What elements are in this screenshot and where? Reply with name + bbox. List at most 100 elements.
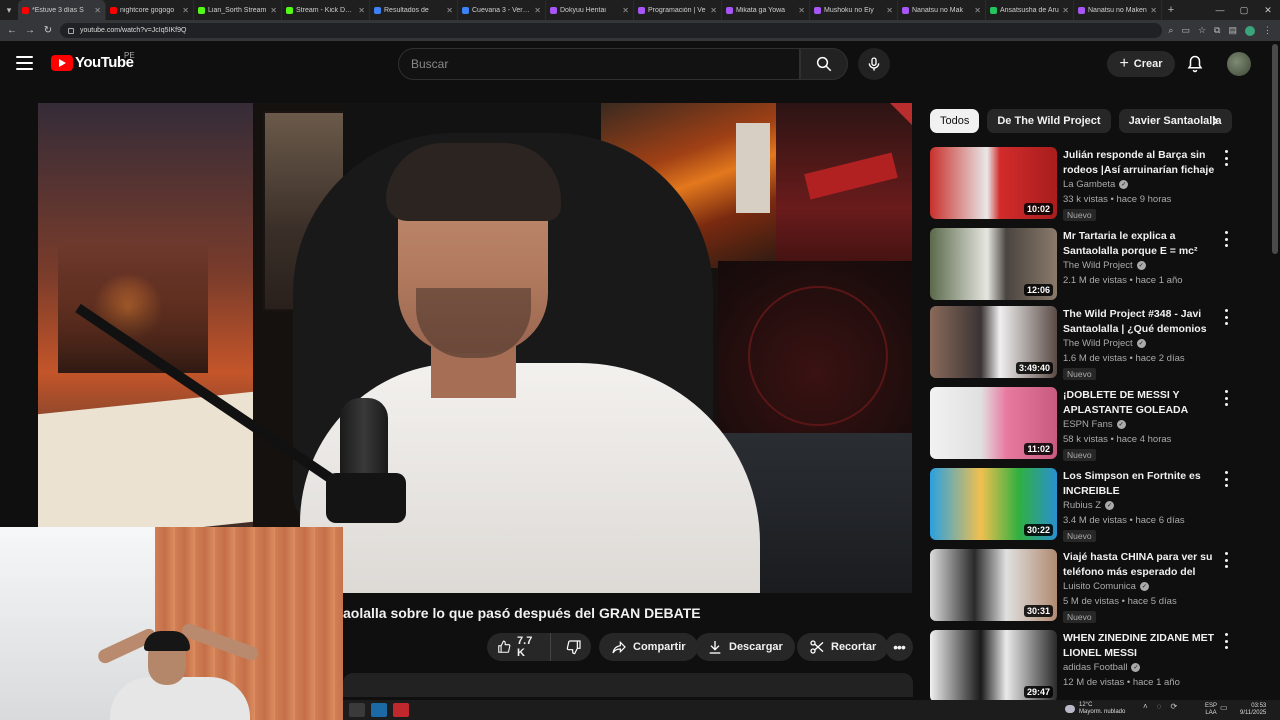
more-vertical-icon[interactable] [1221,390,1231,406]
zoom-icon[interactable]: ⌕ [1168,25,1173,36]
reload-icon[interactable]: ↻ [42,25,54,36]
video-thumbnail[interactable]: 12:06 [930,228,1057,300]
browser-menu-icon[interactable]: ⋮ [1263,25,1272,36]
filter-chip[interactable]: De The Wild Project [987,109,1111,133]
video-thumbnail[interactable]: 11:02 [930,387,1057,459]
tab-close-icon[interactable]: ✕ [1062,6,1069,15]
tab-close-icon[interactable]: ✕ [622,6,629,15]
more-vertical-icon[interactable] [1221,552,1231,568]
video-thumbnail[interactable]: 29:47 [930,630,1057,702]
back-icon[interactable]: ← [6,25,18,36]
video-thumbnail[interactable]: 30:31 [930,549,1057,621]
steam-icon[interactable] [371,703,387,717]
more-vertical-icon[interactable] [1221,471,1231,487]
tray-app-icon[interactable]: ◌ [1157,702,1162,711]
tab-close-icon[interactable]: ✕ [446,6,453,15]
more-actions-button[interactable]: ••• [885,633,913,661]
recommendation-item[interactable]: 29:47 WHEN ZINEDINE ZIDANE MET LIONEL MES… [930,630,1230,704]
more-vertical-icon[interactable] [1221,633,1231,649]
browser-tab[interactable]: Nanatsu no Mak ✕ [898,0,986,20]
search-input[interactable] [411,57,799,71]
tab-close-icon[interactable]: ✕ [710,6,717,15]
more-vertical-icon[interactable] [1221,231,1231,247]
channel-name[interactable]: La Gambeta [1063,179,1115,190]
sync-icon[interactable]: ⟳ [1170,702,1177,711]
channel-name[interactable]: The Wild Project [1063,338,1133,349]
channel-name[interactable]: ESPN Fans [1063,419,1113,430]
search-button[interactable] [800,48,848,80]
browser-tab[interactable]: Resultados de ✕ [370,0,458,20]
clock[interactable]: 03:53 9/11/2025 [1240,703,1266,717]
browser-tab[interactable]: Dokyuu Hentai ✕ [546,0,634,20]
maximize-icon[interactable]: ▢ [1232,0,1256,20]
taskbar-red-app-icon[interactable] [393,703,409,717]
browser-tab[interactable]: Ansatsusha de Aru ✕ [986,0,1074,20]
share-button[interactable]: Compartir [599,633,698,661]
filter-chip[interactable]: Todos [930,109,980,133]
notifications-button[interactable] [1186,54,1204,79]
more-vertical-icon[interactable] [1221,309,1231,325]
chips-next-button[interactable] [1205,111,1225,131]
create-button[interactable]: + Crear [1107,51,1175,77]
tab-close-icon[interactable]: ✕ [798,6,805,15]
more-vertical-icon[interactable] [1221,150,1231,166]
page-scrollbar[interactable] [1272,44,1278,254]
language-indicator[interactable]: ESP LAA [1205,703,1217,717]
new-tab-button[interactable]: + [1162,4,1180,16]
video-player[interactable] [38,103,912,593]
extensions-icon[interactable]: ⧉ [1214,25,1220,36]
recommendation-title[interactable]: Los Simpson en Fortnite es INCREIBLE [1063,469,1217,499]
clip-button[interactable]: Recortar [797,633,889,661]
tab-close-icon[interactable]: ✕ [534,6,541,15]
sidepanel-icon[interactable]: ▤ [1228,25,1237,36]
recommendation-item[interactable]: 3:49:40 The Wild Project #348 - Javi Sant… [930,306,1230,380]
tab-close-icon[interactable]: ✕ [1150,6,1157,15]
recommendation-title[interactable]: Mr Tartaria le explica a Santaolalla por… [1063,229,1217,259]
browser-tab[interactable]: Stream - Kick Dash ✕ [282,0,370,20]
voice-search-button[interactable] [858,48,890,80]
recommendation-item[interactable]: 30:22 Los Simpson en Fortnite es INCREIBL… [930,468,1230,542]
channel-name[interactable]: Rubius Z [1063,500,1101,511]
tab-close-icon[interactable]: ✕ [358,6,365,15]
recommendation-item[interactable]: 11:02 ¡DOBLETE DE MESSI Y APLASTANTE GOLE… [930,387,1230,461]
cast-icon[interactable]: ▭ [1181,25,1190,36]
download-button[interactable]: Descargar [695,633,795,661]
menu-icon[interactable] [16,56,33,70]
recommendation-title[interactable]: ¡DOBLETE DE MESSI Y APLASTANTE GOLEADA P… [1063,388,1217,418]
youtube-logo[interactable]: YouTube PE [51,51,135,71]
tab-search-icon[interactable]: ▾ [0,0,18,20]
browser-tab[interactable]: Cuevana 3 - Ver Pel ✕ [458,0,546,20]
tab-close-icon[interactable]: ✕ [182,6,189,15]
browser-tab[interactable]: Mikata ga Yowa ✕ [722,0,810,20]
minimize-icon[interactable]: — [1208,0,1232,20]
channel-name[interactable]: Luisito Comunica [1063,581,1136,592]
tab-close-icon[interactable]: ✕ [94,6,101,15]
weather-widget[interactable]: 12°C Mayorm. nublado [1065,702,1125,716]
browser-tab[interactable]: *Estuve 3 días S ✕ [18,0,106,20]
channel-name[interactable]: adidas Football [1063,662,1127,673]
forward-icon[interactable]: → [24,25,36,36]
close-window-icon[interactable]: ✕ [1256,0,1280,20]
video-thumbnail[interactable]: 10:02 [930,147,1057,219]
browser-tab[interactable]: Mushoku no Eiy ✕ [810,0,898,20]
tab-close-icon[interactable]: ✕ [270,6,277,15]
recommendation-item[interactable]: 30:31 Viajé hasta CHINA para ver su teléf… [930,549,1230,623]
account-avatar[interactable] [1227,52,1251,76]
recommendation-item[interactable]: 10:02 Julián responde al Barça sin rodeos… [930,147,1230,221]
site-info-icon[interactable] [68,27,74,34]
tab-close-icon[interactable]: ✕ [886,6,893,15]
tab-close-icon[interactable]: ✕ [974,6,981,15]
browser-tab[interactable]: nightcore gogogo ✕ [106,0,194,20]
network-icon[interactable]: ▭ [1220,703,1228,712]
channel-name[interactable]: The Wild Project [1063,260,1133,271]
video-thumbnail[interactable]: 30:22 [930,468,1057,540]
like-button[interactable]: 7.7 K [487,633,552,661]
bookmark-star-icon[interactable]: ☆ [1198,25,1206,36]
browser-tab[interactable]: Lian_Sorth Stream ✕ [194,0,282,20]
recommendation-title[interactable]: The Wild Project #348 - Javi Santaolalla… [1063,307,1217,337]
video-thumbnail[interactable]: 3:49:40 [930,306,1057,378]
taskbar-app-icon[interactable] [349,703,365,717]
browser-tab[interactable]: Nanatsu no Maken ✕ [1074,0,1162,20]
recommendation-title[interactable]: Julián responde al Barça sin rodeos |Así… [1063,148,1217,178]
browser-tab[interactable]: Programación | Ve ✕ [634,0,722,20]
